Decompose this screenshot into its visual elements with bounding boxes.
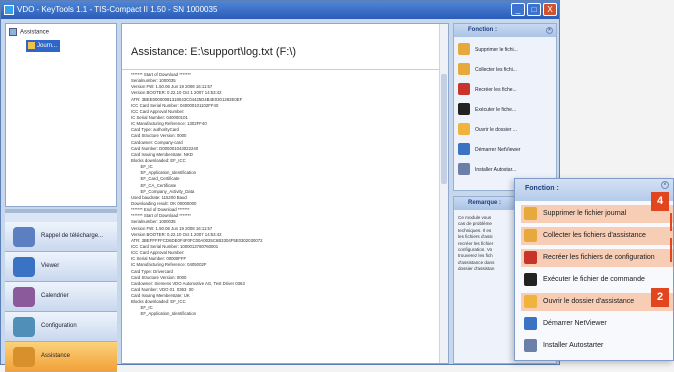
zoom-function-item-label: Démarrer NetViewer [543, 320, 607, 327]
remark-line: dossier d'assistan [458, 266, 495, 272]
document-title: Assistance: E:\support\log.txt (F:\) [131, 46, 297, 58]
nav-item-configuration[interactable]: Configuration [5, 312, 117, 342]
function-panel-title: Fonction : [468, 27, 497, 33]
window-title: VDO - KeyTools 1.1 - TIS-Compact II 1.50… [17, 5, 218, 14]
zoom-function-item-label: Exécuter le fichier de commande [543, 276, 645, 283]
log-document-view: Assistance: E:\support\log.txt (F:\) ***… [121, 23, 449, 364]
nav-sidebar: Rappel de télécharge... Viewer Calendrie… [5, 209, 117, 372]
tree-root-assistance[interactable]: Assistance [9, 28, 49, 36]
tree-item-label: Journ... [37, 43, 58, 49]
recreate-config-icon [524, 251, 537, 264]
netviewer-icon [458, 143, 470, 155]
title-bar: VDO - KeyTools 1.1 - TIS-Compact II 1.50… [1, 1, 559, 19]
netviewer-icon [524, 317, 537, 330]
remark-text: Ce module vous cas de problème techniques.… [458, 215, 513, 273]
zoom-panel-title: Fonction : [525, 185, 559, 192]
function-panel: Fonction : × Supprimer le fichi... Collec… [453, 23, 557, 191]
nav-item-download-reminder[interactable]: Rappel de télécharge... [5, 222, 117, 252]
nav-item-label: Viewer [41, 263, 60, 269]
tree-item-journal[interactable]: Journ... [26, 40, 60, 52]
nav-splitter[interactable] [5, 209, 117, 213]
assistance-person-icon [13, 347, 35, 367]
zoom-function-item-recreate-config[interactable]: Recréer les fichiers de configuration [521, 249, 673, 267]
nav-item-viewer[interactable]: Viewer [5, 252, 117, 282]
command-terminal-icon [458, 103, 470, 115]
viewer-person-icon [13, 257, 35, 277]
function-panel-zoom: Fonction : × Supprimer le fichier journa… [514, 178, 674, 361]
zoom-function-item-label: Supprimer le fichier journal [543, 210, 627, 217]
folder-icon [458, 123, 470, 135]
nav-item-label: Configuration [41, 323, 77, 329]
autostarter-icon [524, 339, 537, 352]
close-button[interactable]: X [543, 3, 557, 16]
nav-item-calendar[interactable]: Calendrier [5, 282, 117, 312]
step-badge-4: 4 [651, 192, 669, 211]
configuration-gear-icon [13, 317, 35, 337]
function-item-label: Recréer les fiche... [475, 87, 517, 93]
app-icon [4, 5, 14, 15]
delete-journal-icon [524, 207, 537, 220]
function-item-delete-journal[interactable]: Supprimer le fichi... [458, 41, 554, 59]
window-controls: _ □ X [511, 3, 557, 16]
zoom-function-item-netviewer[interactable]: Démarrer NetViewer [521, 315, 673, 333]
nav-item-label: Assistance [41, 353, 71, 359]
function-item-label: Collecter les fichi... [475, 67, 517, 73]
document-divider [122, 69, 448, 70]
zoom-function-item-command-terminal[interactable]: Exécuter le fichier de commande [521, 271, 673, 289]
remark-panel-title: Remarque : [468, 200, 502, 206]
clock-icon [13, 227, 35, 247]
zoom-function-item-label: Collecter les fichiers d'assistance [543, 232, 646, 239]
journal-icon [28, 42, 35, 49]
calendar-icon [13, 287, 35, 307]
function-item-label: Exécuter le fiche... [475, 107, 517, 113]
function-item-command-terminal[interactable]: Exécuter le fiche... [458, 101, 554, 119]
collapse-icon[interactable]: × [661, 181, 669, 189]
autostarter-icon [458, 163, 470, 175]
collect-files-icon [524, 229, 537, 242]
minimize-button[interactable]: _ [511, 3, 525, 16]
function-item-folder[interactable]: Ouvrir le dossier ... [458, 121, 554, 139]
maximize-button[interactable]: □ [527, 3, 541, 16]
scrollbar-thumb[interactable] [441, 74, 447, 184]
function-item-netviewer[interactable]: Démarrer NetViewer [458, 141, 554, 159]
recreate-config-icon [458, 83, 470, 95]
function-item-label: Démarrer NetViewer [475, 147, 521, 153]
function-item-label: Supprimer le fichi... [475, 47, 518, 53]
nav-item-label: Calendrier [41, 293, 69, 299]
zoom-function-item-autostarter[interactable]: Installer Autostarter [521, 337, 673, 355]
step-badge-2: 2 [651, 288, 669, 307]
zoom-function-item-label: Installer Autostarter [543, 342, 604, 349]
function-item-collect-files[interactable]: Collecter les fichi... [458, 61, 554, 79]
collapse-icon[interactable]: × [546, 27, 553, 34]
function-item-label: Installer Autostar... [475, 167, 517, 173]
zoom-panel-header: Fonction : × [515, 179, 673, 201]
navigation-tree: Assistance Journ... [5, 23, 117, 207]
function-panel-header: Fonction : × [454, 24, 556, 37]
nav-item-assistance[interactable]: Assistance [5, 342, 117, 372]
function-item-recreate-config[interactable]: Recréer les fiche... [458, 81, 554, 99]
main-window: VDO - KeyTools 1.1 - TIS-Compact II 1.50… [0, 0, 560, 372]
zoom-function-item-label: Ouvrir le dossier d'assistance [543, 298, 635, 305]
command-terminal-icon [524, 273, 537, 286]
function-item-label: Ouvrir le dossier ... [475, 127, 517, 133]
folder-icon [524, 295, 537, 308]
collect-files-icon [458, 63, 470, 75]
delete-journal-icon [458, 43, 470, 55]
tree-root-label: Assistance [20, 29, 50, 36]
function-item-autostarter[interactable]: Installer Autostar... [458, 161, 554, 179]
document-scrollbar[interactable] [439, 24, 448, 363]
zoom-function-item-collect-files[interactable]: Collecter les fichiers d'assistance [521, 227, 673, 245]
highlight-marker [670, 238, 672, 262]
highlight-marker [670, 213, 672, 231]
zoom-function-item-label: Recréer les fichiers de configuration [543, 254, 655, 261]
log-text: ******* Start of Download ******* Serialn… [131, 72, 437, 318]
nav-item-label: Rappel de télécharge... [41, 233, 104, 239]
log-line: EF_Application_Identification [131, 311, 196, 317]
assistance-folder-icon [9, 28, 17, 36]
